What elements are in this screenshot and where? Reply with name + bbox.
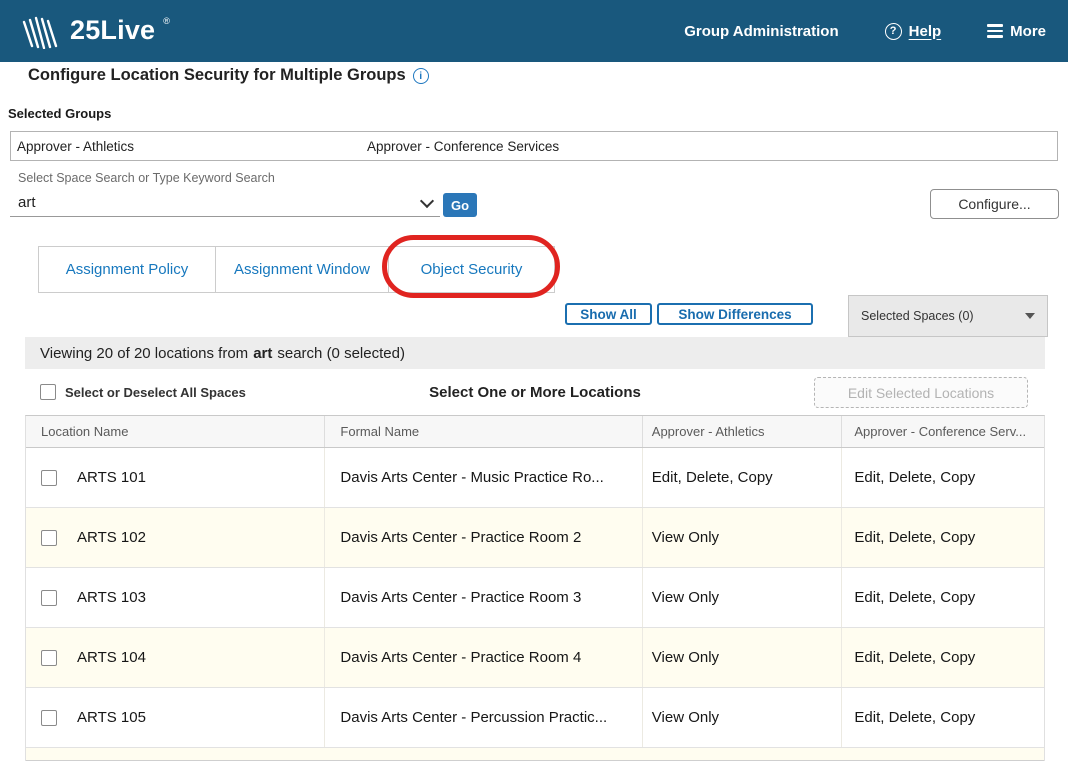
go-button[interactable]: Go xyxy=(443,193,477,217)
search-value: art xyxy=(18,194,36,211)
info-icon[interactable]: i xyxy=(412,67,429,84)
selected-groups-label: Selected Groups xyxy=(8,106,112,121)
25live-fan-icon xyxy=(22,16,58,49)
status-search-term: art xyxy=(253,344,273,362)
athletics-permission: View Only xyxy=(643,688,843,747)
page-title: Configure Location Security for Multiple… xyxy=(28,66,406,84)
formal-name: Davis Arts Center - Percussion Practic..… xyxy=(325,688,643,747)
row-checkbox[interactable] xyxy=(41,709,57,726)
search-label: Select Space Search or Type Keyword Sear… xyxy=(18,171,275,185)
conference-permission: Edit, Delete, Copy xyxy=(854,529,976,546)
conference-permission: Edit, Delete, Copy xyxy=(854,469,976,486)
formal-name: Davis Arts Center - Practice Room 3 xyxy=(325,568,643,627)
location-name: ARTS 101 xyxy=(77,469,146,486)
selected-spaces-label: Selected Spaces (0) xyxy=(861,309,974,323)
status-prefix: Viewing 20 of 20 locations from xyxy=(40,344,249,362)
edit-selected-locations-button[interactable]: Edit Selected Locations xyxy=(814,377,1028,408)
search-input[interactable]: art xyxy=(10,189,440,217)
chevron-down-icon xyxy=(1025,313,1035,319)
table-row[interactable]: ARTS 101 Davis Arts Center - Music Pract… xyxy=(26,448,1044,508)
location-name: ARTS 105 xyxy=(77,709,146,726)
nav-group-administration[interactable]: Group Administration xyxy=(684,23,838,40)
tab-assignment-window[interactable]: Assignment Window xyxy=(215,246,389,293)
tab-bar: Assignment Policy Assignment Window Obje… xyxy=(38,246,555,293)
hamburger-icon xyxy=(987,24,1004,38)
status-suffix: search (0 selected) xyxy=(277,344,405,362)
table-row[interactable]: ARTS 103 Davis Arts Center - Practice Ro… xyxy=(26,568,1044,628)
athletics-permission: Edit, Delete, Copy xyxy=(643,448,843,507)
location-name: ARTS 103 xyxy=(77,589,146,606)
column-header-formal-name: Formal Name xyxy=(325,416,643,447)
nav-more[interactable]: More xyxy=(987,23,1046,40)
athletics-permission: View Only xyxy=(643,568,843,627)
row-checkbox[interactable] xyxy=(41,469,57,486)
conference-permission: Edit, Delete, Copy xyxy=(854,589,976,606)
table-header-row: Location Name Formal Name Approver - Ath… xyxy=(26,416,1044,448)
column-header-approver-athletics: Approver - Athletics xyxy=(643,416,843,447)
chevron-down-icon[interactable] xyxy=(419,193,435,209)
table-row[interactable]: ARTS 104 Davis Arts Center - Practice Ro… xyxy=(26,628,1044,688)
location-name: ARTS 102 xyxy=(77,529,146,546)
show-all-button[interactable]: Show All xyxy=(565,303,652,325)
athletics-permission: View Only xyxy=(643,508,843,567)
table-row[interactable]: ARTS 102 Davis Arts Center - Practice Ro… xyxy=(26,508,1044,568)
configure-button[interactable]: Configure... xyxy=(930,189,1059,219)
athletics-permission: View Only xyxy=(643,628,843,687)
nav-more-label: More xyxy=(1010,22,1046,40)
row-checkbox[interactable] xyxy=(41,649,57,666)
25live-logo[interactable]: 25Live ® xyxy=(22,13,170,49)
row-checkbox[interactable] xyxy=(41,589,57,606)
help-icon: ? xyxy=(884,22,902,40)
row-checkbox[interactable] xyxy=(41,529,57,546)
app-window: 25Live ® Group Administration ? Help Mor… xyxy=(0,0,1068,778)
column-header-approver-conference: Approver - Conference Serv... xyxy=(854,424,1027,439)
column-header-location-name: Location Name xyxy=(26,416,326,447)
selected-groups-box: Approver - Athletics Approver - Conferen… xyxy=(10,131,1058,161)
selected-group: Approver - Conference Services xyxy=(367,138,560,154)
location-name: ARTS 104 xyxy=(77,649,146,666)
nav-help-label: Help xyxy=(908,22,942,40)
locations-table: Location Name Formal Name Approver - Ath… xyxy=(25,415,1045,761)
table-row-partial xyxy=(26,748,1044,761)
top-navbar: 25Live ® Group Administration ? Help Mor… xyxy=(0,0,1068,62)
navbar-menu: Group Administration ? Help More xyxy=(684,22,1046,40)
brand-name: 25Live xyxy=(70,15,156,45)
formal-name: Davis Arts Center - Practice Room 4 xyxy=(325,628,643,687)
selected-spaces-dropdown[interactable]: Selected Spaces (0) xyxy=(848,295,1048,337)
show-differences-button[interactable]: Show Differences xyxy=(657,303,813,325)
tab-assignment-policy[interactable]: Assignment Policy xyxy=(38,246,216,293)
table-row[interactable]: ARTS 105 Davis Arts Center - Percussion … xyxy=(26,688,1044,748)
formal-name: Davis Arts Center - Practice Room 2 xyxy=(325,508,643,567)
conference-permission: Edit, Delete, Copy xyxy=(854,649,976,666)
nav-help[interactable]: ? Help xyxy=(884,22,942,40)
status-bar: Viewing 20 of 20 locations from art sear… xyxy=(25,337,1045,369)
conference-permission: Edit, Delete, Copy xyxy=(854,709,976,726)
tab-object-security[interactable]: Object Security xyxy=(388,246,555,293)
formal-name: Davis Arts Center - Music Practice Ro... xyxy=(325,448,643,507)
page-title-row: Configure Location Security for Multiple… xyxy=(28,66,429,85)
selected-group: Approver - Athletics xyxy=(17,138,135,154)
registered-mark: ® xyxy=(163,16,170,26)
